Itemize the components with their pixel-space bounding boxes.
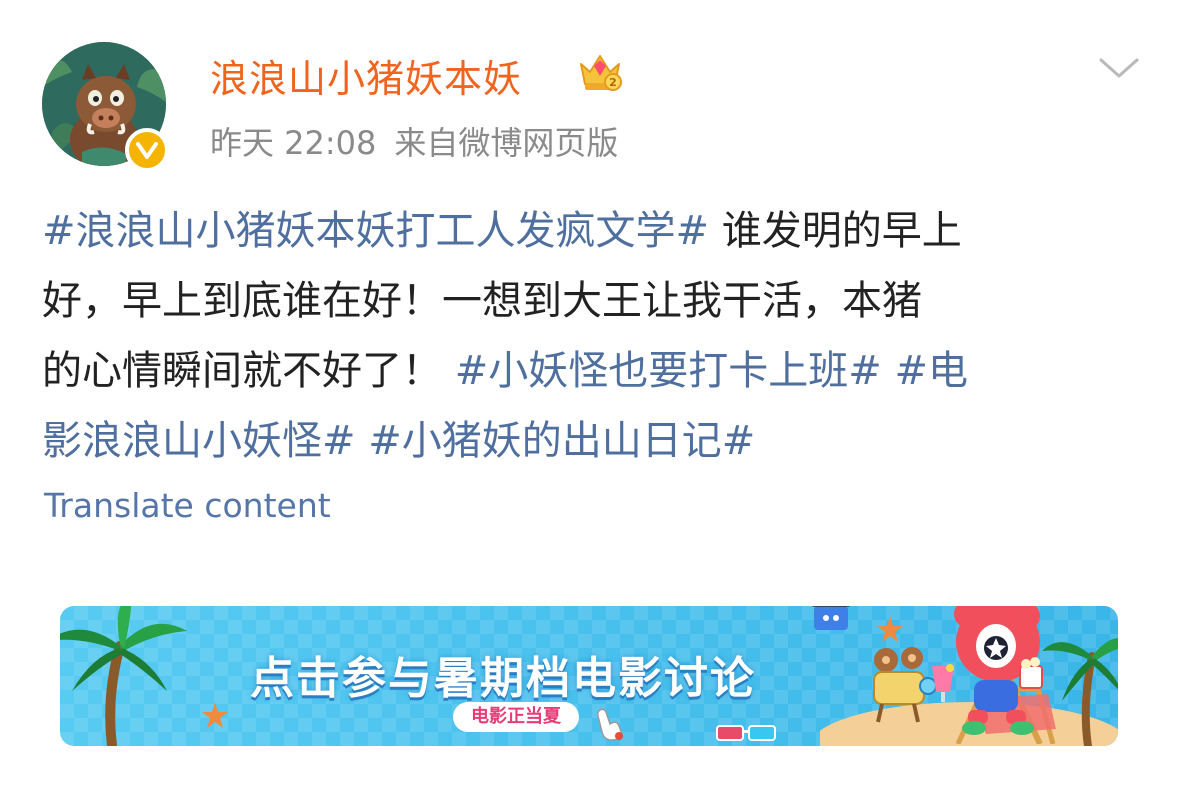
- pointer-hand-icon: [597, 708, 623, 741]
- 3d-glasses-icon: [716, 725, 776, 741]
- verified-badge-icon: [125, 128, 169, 172]
- hashtag-link[interactable]: #小妖怪也要打卡上班#: [455, 348, 882, 394]
- palm-tree-icon: [1042, 638, 1118, 746]
- post-text: #浪浪山小猪妖本妖打工人发疯文学# 谁发明的早上好，早上到底谁在好！一想到大王让…: [42, 196, 1132, 476]
- hashtag-link[interactable]: #小猪妖的出山日记#: [368, 418, 755, 464]
- palm-tree-icon: [60, 606, 187, 746]
- banner-title: 点击参与暑期档电影讨论: [250, 653, 756, 704]
- post-meta: 昨天 22:08 来自微博网页版: [210, 118, 618, 164]
- post-text-segment: [882, 348, 895, 394]
- chevron-down-icon[interactable]: [1097, 55, 1141, 85]
- post-time: 昨天 22:08: [210, 124, 377, 162]
- post-text-segment: 谁发明的早上: [709, 208, 962, 254]
- film-clapper-icon: [812, 606, 850, 630]
- post-line: 的心情瞬间就不好了！ #小妖怪也要打卡上班# #电: [42, 336, 1132, 406]
- starfish-icon: [877, 616, 903, 642]
- crown-icon[interactable]: 2: [577, 50, 623, 98]
- post-line: 影浪浪山小妖怪# #小猪妖的出山日记#: [42, 406, 1132, 476]
- banner-chip[interactable]: 电影正当夏: [453, 702, 579, 732]
- hashtag-link[interactable]: 影浪浪山小妖怪#: [42, 418, 356, 464]
- starfish-icon: [202, 702, 228, 728]
- post-line: #浪浪山小猪妖本妖打工人发疯文学# 谁发明的早上: [42, 196, 1132, 266]
- hashtag-link[interactable]: #电: [894, 348, 968, 394]
- post-source[interactable]: 来自微博网页版: [394, 124, 618, 162]
- translate-link[interactable]: Translate content: [44, 486, 331, 525]
- post-line: 好，早上到底谁在好！一想到大王让我干活，本猪: [42, 266, 1132, 336]
- summer-movie-banner[interactable]: 点击参与暑期档电影讨论 电影正当夏: [60, 606, 1118, 746]
- post-text-segment: [356, 418, 369, 464]
- username[interactable]: 浪浪山小猪妖本妖: [210, 48, 522, 103]
- svg-text:2: 2: [609, 76, 617, 89]
- post-text-segment: 的心情瞬间就不好了！: [42, 348, 455, 394]
- hashtag-link[interactable]: #浪浪山小猪妖本妖打工人发疯文学#: [42, 208, 709, 254]
- post-text-segment: 好，早上到底谁在好！一想到大王让我干活，本猪: [42, 278, 922, 324]
